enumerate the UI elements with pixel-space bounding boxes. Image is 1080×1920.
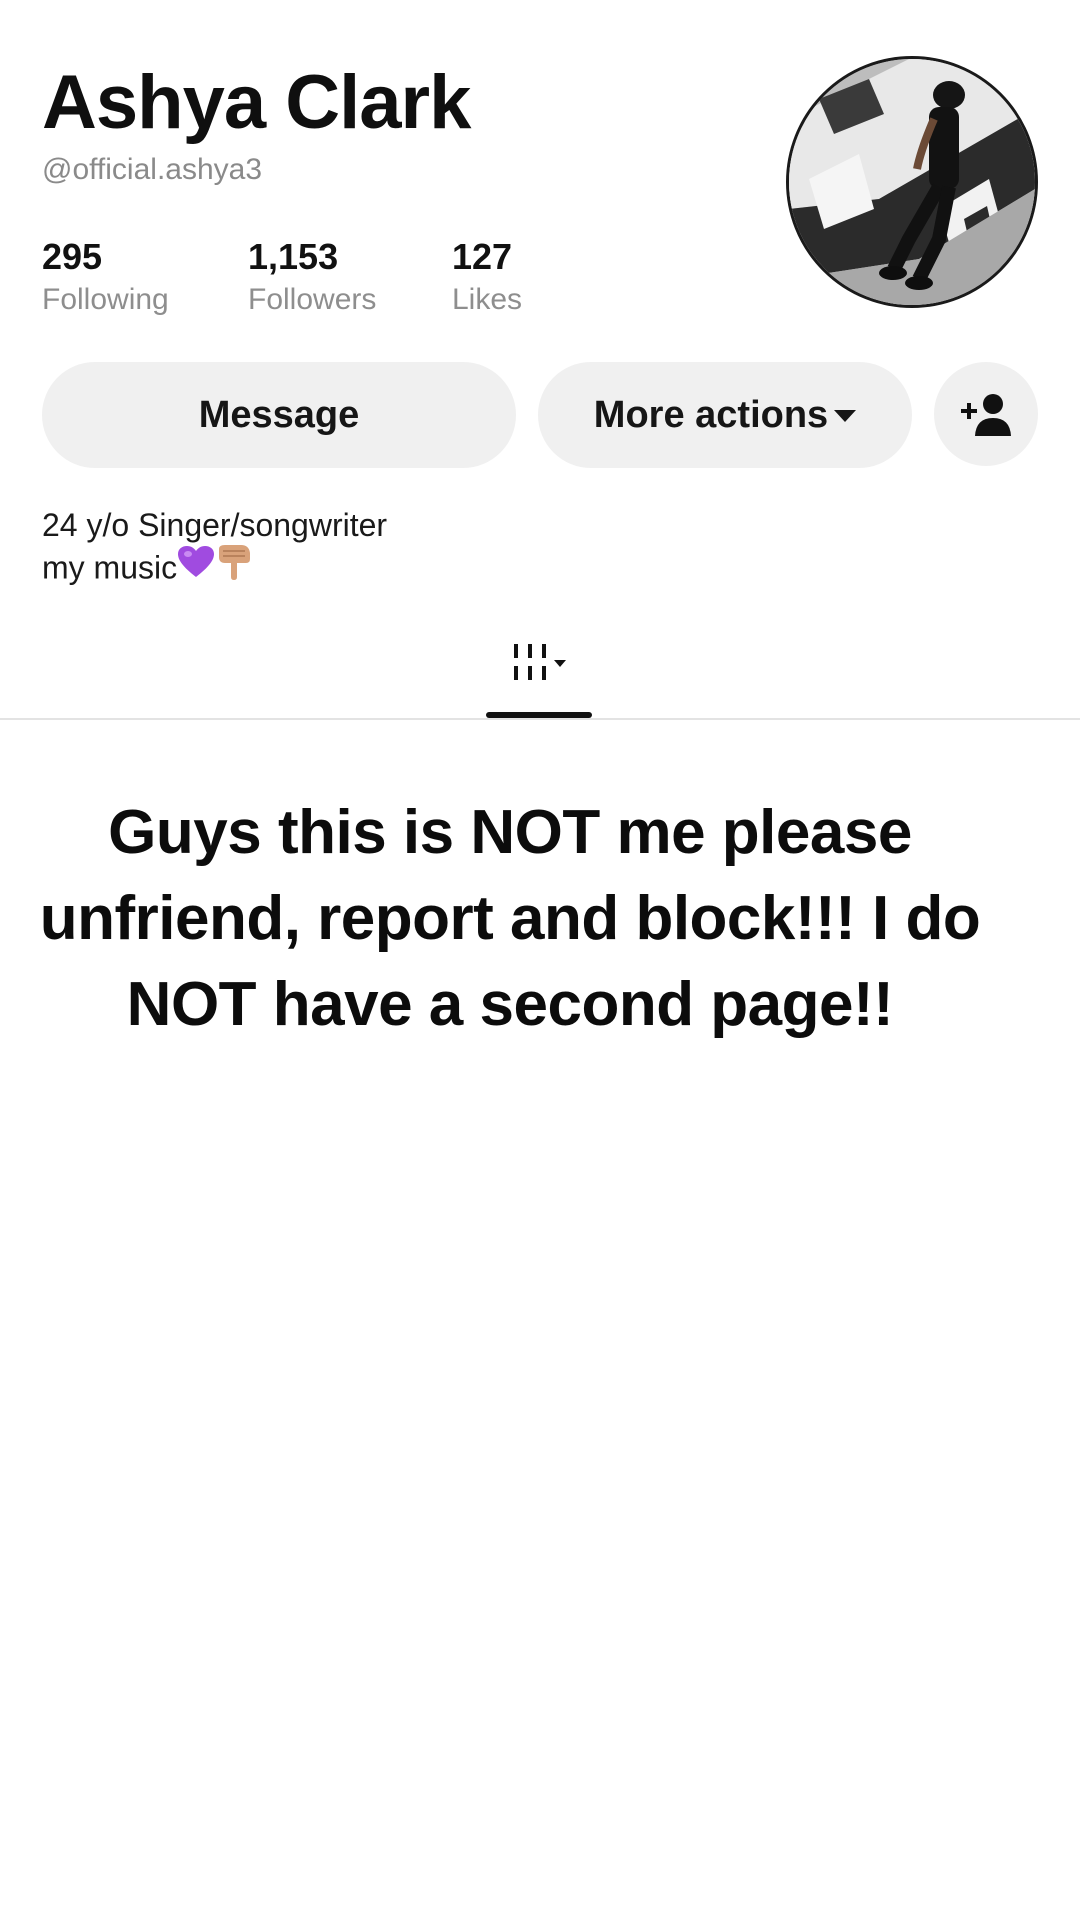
grid-filter-icon <box>514 644 566 680</box>
message-button[interactable]: Message <box>42 362 516 468</box>
profile-avatar[interactable] <box>786 56 1038 308</box>
following-label: Following <box>42 283 169 316</box>
avatar-photo <box>789 59 1035 305</box>
purple-heart-icon <box>177 545 215 589</box>
caret-down-icon <box>834 410 857 422</box>
pointing-down-icon <box>215 543 253 591</box>
tab-divider <box>0 718 1080 720</box>
followers-count: 1,153 <box>248 236 339 277</box>
stat-followers[interactable]: 1,153 Followers <box>248 236 376 318</box>
add-friend-button[interactable] <box>934 362 1038 466</box>
bio-line-2-text: my music <box>42 549 178 586</box>
message-button-label: Message <box>198 393 360 436</box>
profile-name: Ashya Clark <box>42 60 471 145</box>
bio-line-2: my music <box>42 543 387 594</box>
more-actions-button[interactable]: More actions <box>538 362 912 468</box>
bio: 24 y/o Singer/songwriter my music <box>42 504 387 594</box>
followers-label: Followers <box>248 283 377 316</box>
bio-line-1: 24 y/o Singer/songwriter <box>42 507 388 543</box>
videos-tab[interactable] <box>504 640 584 690</box>
overlay-caption: Guys this is NOT me please unfriend, rep… <box>39 798 981 1039</box>
add-person-icon <box>961 394 1011 436</box>
likes-count: 127 <box>452 236 513 277</box>
profile-handle: @official.ashya3 <box>42 153 263 186</box>
stat-following[interactable]: 295 Following <box>42 236 169 318</box>
stat-likes: 127 Likes <box>452 236 522 318</box>
likes-label: Likes <box>452 283 523 316</box>
following-count: 295 <box>42 236 103 277</box>
more-actions-label: More actions <box>593 393 829 436</box>
